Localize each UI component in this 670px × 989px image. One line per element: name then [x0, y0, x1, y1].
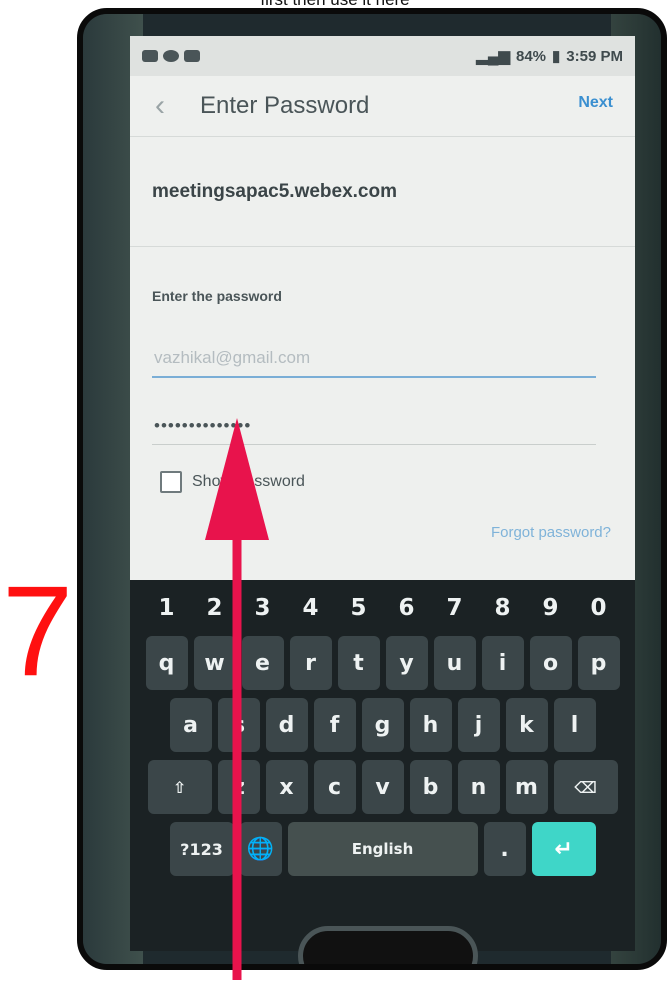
- arrow-head: [205, 418, 269, 540]
- annotation-arrow-icon: [205, 418, 269, 980]
